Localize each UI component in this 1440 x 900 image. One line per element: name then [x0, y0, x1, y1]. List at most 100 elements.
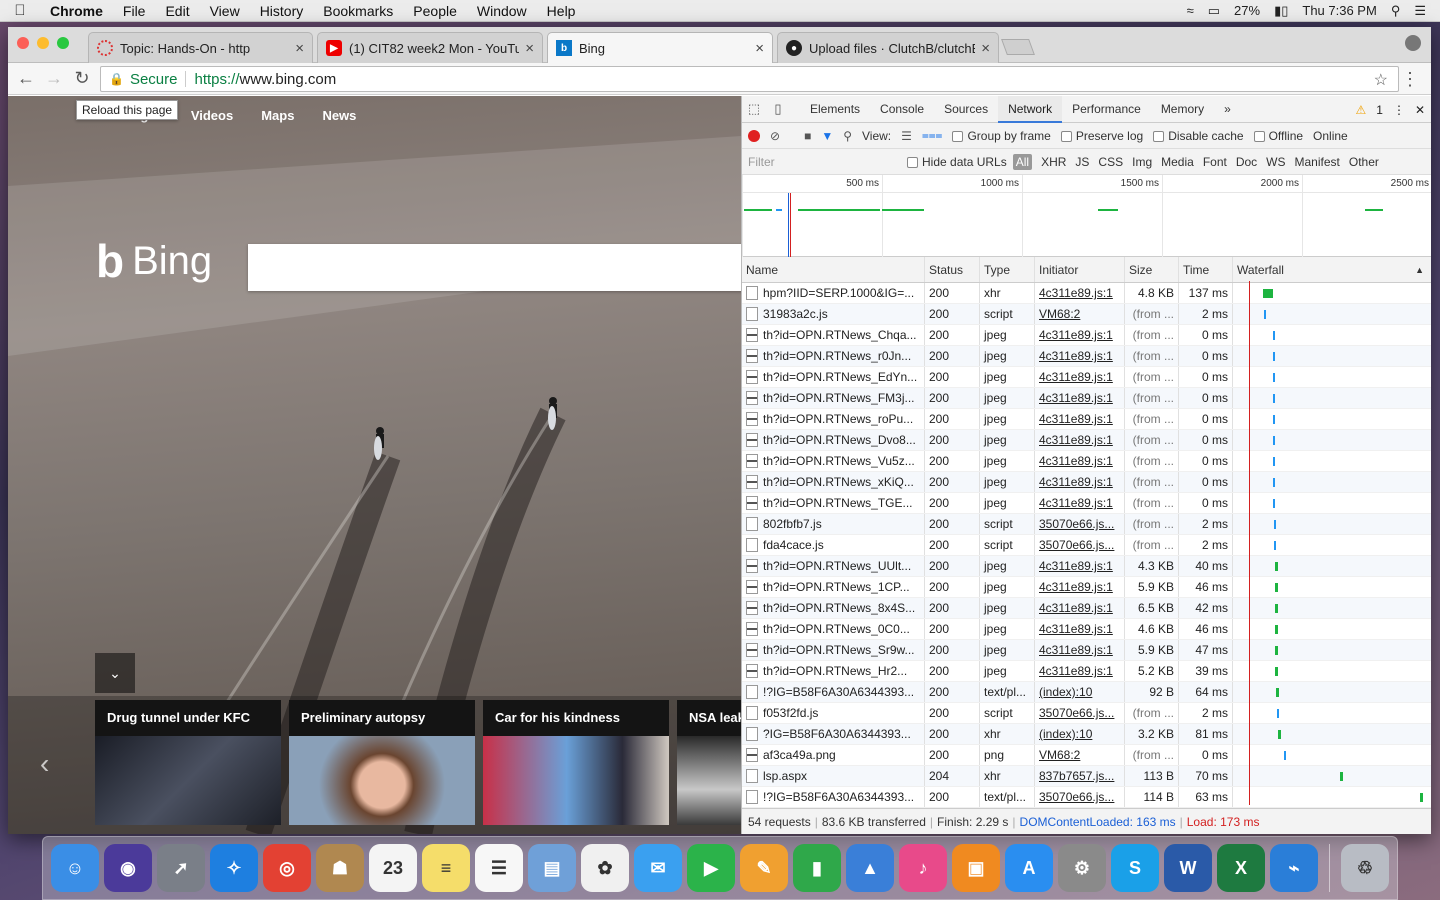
- request-initiator[interactable]: 4c311e89.js:1: [1039, 601, 1113, 615]
- record-icon[interactable]: [748, 129, 760, 142]
- request-initiator[interactable]: 4c311e89.js:1: [1039, 580, 1113, 594]
- menu-app-name[interactable]: Chrome: [40, 3, 113, 19]
- trash-icon[interactable]: ♲: [1341, 844, 1389, 892]
- address-bar[interactable]: 🔒 Secure https:// www.bing.com ☆: [100, 66, 1399, 92]
- notes-icon[interactable]: ≡: [422, 844, 470, 892]
- request-initiator[interactable]: 4c311e89.js:1: [1039, 643, 1113, 657]
- request-initiator[interactable]: 4c311e89.js:1: [1039, 412, 1113, 426]
- offline-checkbox[interactable]: Offline: [1253, 129, 1303, 143]
- filter-media[interactable]: Media: [1161, 155, 1194, 169]
- filter-icon[interactable]: ▼: [821, 129, 833, 143]
- menu-file[interactable]: File: [113, 3, 156, 19]
- menu-help[interactable]: Help: [537, 3, 586, 19]
- preview-icon[interactable]: ▤: [528, 844, 576, 892]
- numbers-icon[interactable]: ▮: [793, 844, 841, 892]
- tab-bing[interactable]: b Bing ×: [547, 32, 773, 63]
- table-row[interactable]: af3ca49a.png 200 png VM68:2 (from ... 0 ms: [742, 745, 1431, 766]
- battery-percent[interactable]: 27%: [1234, 3, 1260, 18]
- col-size[interactable]: Size: [1125, 257, 1179, 282]
- word-icon[interactable]: W: [1164, 844, 1212, 892]
- request-initiator[interactable]: 4c311e89.js:1: [1039, 559, 1113, 573]
- tab-network[interactable]: Network: [998, 95, 1063, 123]
- table-row[interactable]: f053f2fd.js 200 script 35070e66.js... (from …: [742, 703, 1431, 724]
- table-row[interactable]: th?id=OPN.RTNews_Chqa... 200 jpeg 4c311e89.…: [742, 325, 1431, 346]
- filter-other[interactable]: Other: [1349, 155, 1379, 169]
- filter-js[interactable]: JS: [1075, 155, 1089, 169]
- filter-input[interactable]: Filter: [742, 155, 907, 169]
- messages-icon[interactable]: ✉: [634, 844, 682, 892]
- disable-cache-checkbox[interactable]: Disable cache: [1153, 129, 1244, 143]
- airplay-icon[interactable]: ▭: [1208, 3, 1220, 19]
- tab-memory[interactable]: Memory: [1151, 96, 1214, 123]
- table-row[interactable]: hpm?IID=SERP.1000&IG=... 200 xhr 4c311e89.j…: [742, 283, 1431, 304]
- tab-topic[interactable]: Topic: Hands-On - http ×: [88, 32, 313, 63]
- hide-data-urls-checkbox[interactable]: Hide data URLs: [907, 155, 1007, 169]
- table-row[interactable]: lsp.aspx 204 xhr 837b7657.js... 113 B 70 ms: [742, 766, 1431, 787]
- bing-logo[interactable]: b Bing: [96, 234, 212, 288]
- col-name[interactable]: Name: [742, 257, 925, 282]
- photos-icon[interactable]: ✿: [581, 844, 629, 892]
- filter-manifest[interactable]: Manifest: [1295, 155, 1340, 169]
- request-initiator[interactable]: 4c311e89.js:1: [1039, 391, 1113, 405]
- table-row[interactable]: th?id=OPN.RTNews_roPu... 200 jpeg 4c311e89.…: [742, 409, 1431, 430]
- table-row[interactable]: th?id=OPN.RTNews_FM3j... 200 jpeg 4c311e89.…: [742, 388, 1431, 409]
- request-initiator[interactable]: (index):10: [1039, 727, 1092, 741]
- nav-maps[interactable]: Maps: [261, 108, 294, 123]
- menu-history[interactable]: History: [250, 3, 314, 19]
- carousel-prev-icon[interactable]: ‹: [40, 748, 49, 780]
- devtools-menu-icon[interactable]: ⋮: [1393, 103, 1405, 117]
- notification-center-icon[interactable]: ☰: [1414, 3, 1426, 19]
- new-tab-button[interactable]: [1001, 39, 1035, 55]
- close-tab-icon[interactable]: ×: [981, 40, 990, 57]
- news-card[interactable]: Drug tunnel under KFC: [95, 700, 281, 825]
- request-initiator[interactable]: 4c311e89.js:1: [1039, 475, 1113, 489]
- siri-icon[interactable]: ◉: [104, 844, 152, 892]
- finder-icon[interactable]: ☺: [51, 844, 99, 892]
- reminders-icon[interactable]: ☰: [475, 844, 523, 892]
- request-initiator[interactable]: 4c311e89.js:1: [1039, 433, 1113, 447]
- request-initiator[interactable]: 837b7657.js...: [1039, 769, 1114, 783]
- bookmark-star-icon[interactable]: ☆: [1374, 70, 1388, 90]
- keynote-icon[interactable]: ▲: [846, 844, 894, 892]
- menu-bookmarks[interactable]: Bookmarks: [313, 3, 403, 19]
- request-initiator[interactable]: 4c311e89.js:1: [1039, 286, 1113, 300]
- request-initiator[interactable]: 35070e66.js...: [1039, 538, 1114, 552]
- tab-elements[interactable]: Elements: [800, 96, 870, 123]
- tab-sources[interactable]: Sources: [934, 96, 998, 123]
- menu-view[interactable]: View: [200, 3, 250, 19]
- forward-icon[interactable]: →: [40, 68, 68, 89]
- table-row[interactable]: th?id=OPN.RTNews_xKiQ... 200 jpeg 4c311e89.…: [742, 472, 1431, 493]
- group-by-frame-checkbox[interactable]: Group by frame: [952, 129, 1051, 143]
- reload-icon[interactable]: ↻: [68, 68, 96, 89]
- nav-news[interactable]: News: [322, 108, 356, 123]
- calendar-icon[interactable]: 23: [369, 844, 417, 892]
- network-overview[interactable]: 500 ms 1000 ms 1500 ms 2000 ms 2500 ms: [742, 175, 1431, 257]
- menu-window[interactable]: Window: [467, 3, 537, 19]
- spotlight-icon[interactable]: ⚲: [1391, 3, 1401, 19]
- tab-github[interactable]: ● Upload files · ClutchB/clutchB ×: [777, 32, 999, 63]
- close-tab-icon[interactable]: ×: [755, 40, 764, 57]
- request-initiator[interactable]: 4c311e89.js:1: [1039, 496, 1113, 510]
- col-time[interactable]: Time: [1179, 257, 1233, 282]
- facetime-icon[interactable]: ▶: [687, 844, 735, 892]
- warning-count[interactable]: 1: [1376, 103, 1383, 117]
- preserve-log-checkbox[interactable]: Preserve log: [1060, 129, 1143, 143]
- request-initiator[interactable]: (index):10: [1039, 685, 1092, 699]
- request-initiator[interactable]: 4c311e89.js:1: [1039, 664, 1113, 678]
- capture-screenshots-icon[interactable]: ■: [804, 129, 811, 143]
- table-row[interactable]: th?id=OPN.RTNews_Dvo8... 200 jpeg 4c311e89.…: [742, 430, 1431, 451]
- table-row[interactable]: !?IG=B58F6A30A6344393... 200 text/pl... 350…: [742, 787, 1431, 808]
- news-card[interactable]: Preliminary autopsy: [289, 700, 475, 825]
- filter-xhr[interactable]: XHR: [1041, 155, 1066, 169]
- battery-icon[interactable]: ▮▯: [1274, 3, 1288, 19]
- table-row[interactable]: th?id=OPN.RTNews_r0Jn... 200 jpeg 4c311e89.…: [742, 346, 1431, 367]
- nav-videos[interactable]: Videos: [191, 108, 233, 123]
- request-initiator[interactable]: VM68:2: [1039, 748, 1080, 762]
- request-initiator[interactable]: 4c311e89.js:1: [1039, 370, 1113, 384]
- request-initiator[interactable]: 35070e66.js...: [1039, 706, 1114, 720]
- profile-icon[interactable]: [1405, 35, 1421, 51]
- filter-css[interactable]: CSS: [1098, 155, 1123, 169]
- filter-all[interactable]: All: [1012, 153, 1033, 170]
- request-initiator[interactable]: 4c311e89.js:1: [1039, 328, 1113, 342]
- app-store-icon[interactable]: A: [1005, 844, 1053, 892]
